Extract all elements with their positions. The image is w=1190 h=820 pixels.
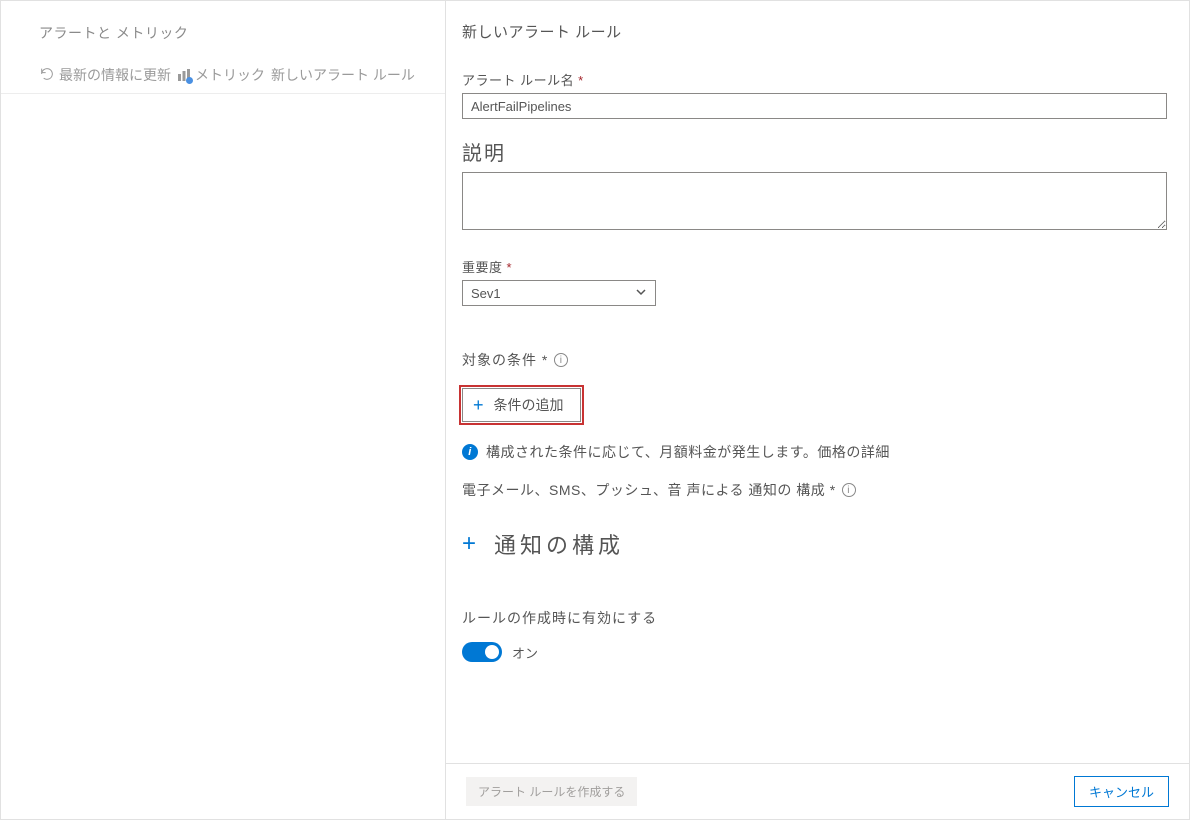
enable-on-create-label: ルールの作成時に有効にする xyxy=(462,608,1167,628)
chevron-down-icon xyxy=(635,286,647,301)
metrics-icon xyxy=(177,68,191,82)
enable-toggle[interactable] xyxy=(462,642,502,662)
new-alert-rule-label: 新しいアラート ルール xyxy=(271,65,415,85)
info-icon[interactable]: i xyxy=(842,483,856,497)
main-panel: 新しいアラート ルール アラート ルール名 * 説明 重要度 * Sev1 対象の条… xyxy=(446,1,1189,819)
severity-select[interactable]: Sev1 xyxy=(462,280,656,306)
sidebar-title: アラートと メトリック xyxy=(1,19,445,61)
refresh-button[interactable]: 最新の情報に更新 xyxy=(39,65,171,85)
description-input[interactable] xyxy=(462,172,1167,230)
configure-notification-label: 通知の構成 xyxy=(494,528,624,560)
required-asterisk: * xyxy=(578,73,583,88)
add-criteria-label: 条件の追加 xyxy=(494,395,564,415)
severity-label: 重要度 xyxy=(462,260,503,275)
info-icon[interactable]: i xyxy=(554,353,568,367)
toggle-knob xyxy=(485,645,499,659)
metrics-label: メトリック xyxy=(195,65,265,85)
refresh-icon xyxy=(39,66,55,85)
pricing-info-text: 構成された条件に応じて、月額料金が発生します。価格の詳細 xyxy=(486,442,890,462)
add-criteria-button[interactable]: + 条件の追加 xyxy=(462,388,581,422)
rule-name-input[interactable] xyxy=(462,93,1167,119)
description-label: 説明 xyxy=(462,137,1167,166)
criteria-label: 対象の条件 * xyxy=(462,350,548,370)
field-rule-name: アラート ルール名 * xyxy=(462,70,1167,119)
cancel-button[interactable]: キャンセル xyxy=(1074,776,1169,807)
severity-value: Sev1 xyxy=(471,286,501,301)
plus-icon: + xyxy=(462,532,476,556)
new-alert-rule-link[interactable]: 新しいアラート ルール xyxy=(271,65,415,85)
sidebar-toolbar: 最新の情報に更新 メトリック 新しいアラート ルール xyxy=(1,61,445,94)
refresh-label: 最新の情報に更新 xyxy=(59,65,171,85)
sidebar-panel: アラートと メトリック 最新の情報に更新 メトリック 新しいアラート ルール xyxy=(1,1,446,819)
required-asterisk: * xyxy=(507,260,512,275)
info-filled-icon: i xyxy=(462,444,478,460)
configure-notification-button[interactable]: + 通知の構成 xyxy=(462,528,1167,560)
criteria-section-label: 対象の条件 * i xyxy=(462,350,1167,370)
notification-section-label: 電子メール、SMS、プッシュ、音 声による 通知の 構成 * i xyxy=(462,480,1167,500)
rule-name-label: アラート ルール名 xyxy=(462,73,574,88)
panel-title: 新しいアラート ルール xyxy=(462,21,1167,42)
notification-label: 電子メール、SMS、プッシュ、音 声による 通知の 構成 * xyxy=(462,480,836,500)
plus-icon: + xyxy=(473,396,484,414)
toggle-state-label: オン xyxy=(512,643,538,662)
panel-footer: アラート ルールを作成する キャンセル xyxy=(446,763,1189,819)
pricing-info-row: i 構成された条件に応じて、月額料金が発生します。価格の詳細 xyxy=(462,442,1167,462)
metrics-button[interactable]: メトリック xyxy=(177,65,265,85)
field-severity: 重要度 * Sev1 xyxy=(462,257,1167,306)
create-alert-rule-button: アラート ルールを作成する xyxy=(466,777,637,806)
